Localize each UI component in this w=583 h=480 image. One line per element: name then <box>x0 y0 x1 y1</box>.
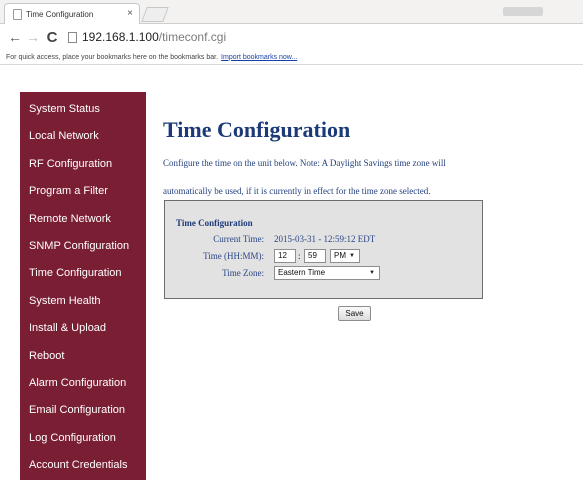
new-tab-button[interactable] <box>141 7 169 22</box>
ampm-value: PM <box>334 251 346 260</box>
ampm-select[interactable]: PM ▼ <box>330 249 360 263</box>
page-icon <box>13 8 22 20</box>
current-time-value: 2015-03-31 - 12:59:12 EDT <box>274 234 376 244</box>
sidebar-item-system-health[interactable]: System Health <box>20 288 146 315</box>
sidebar-item-email-configuration[interactable]: Email Configuration <box>20 397 146 424</box>
intro-text-continued: automatically be used, if it is currentl… <box>163 186 431 196</box>
browser-tabstrip: Time Configuration × <box>0 0 583 24</box>
chevron-down-icon: ▼ <box>369 270 375 276</box>
sidebar-item-snmp-configuration[interactable]: SNMP Configuration <box>20 233 146 260</box>
timezone-value: Eastern Time <box>278 268 326 277</box>
page-icon <box>68 31 77 43</box>
import-bookmarks-link[interactable]: Import bookmarks now... <box>221 54 297 61</box>
url-host: 192.168.1.100 <box>82 30 159 44</box>
sidebar-item-alarm-configuration[interactable]: Alarm Configuration <box>20 370 146 397</box>
sidebar-item-program-filter[interactable]: Program a Filter <box>20 178 146 205</box>
address-bar[interactable]: 192.168.1.100/timeconf.cgi <box>68 28 226 46</box>
minute-input[interactable]: 59 <box>304 249 326 263</box>
browser-toolbar: ← → C 192.168.1.100/timeconf.cgi <box>0 24 583 50</box>
timezone-label: Time Zone: <box>222 268 264 278</box>
hour-input[interactable]: 12 <box>274 249 296 263</box>
url-path: /timeconf.cgi <box>158 30 227 44</box>
sidebar-item-reboot[interactable]: Reboot <box>20 343 146 370</box>
chevron-down-icon: ▼ <box>349 253 355 259</box>
page-title: Time Configuration <box>163 117 351 142</box>
intro-text: Configure the time on the unit below. No… <box>163 158 446 168</box>
bookmarks-prompt: For quick access, place your bookmarks h… <box>6 53 219 61</box>
sidebar-item-remote-network[interactable]: Remote Network <box>20 206 146 233</box>
current-time-label: Current Time: <box>213 234 264 244</box>
time-label: Time (HH:MM): <box>203 251 264 261</box>
time-separator: : <box>298 251 301 261</box>
reload-icon[interactable]: C <box>42 29 62 46</box>
sidebar-item-rf-configuration[interactable]: RF Configuration <box>20 151 146 178</box>
sidebar-item-local-network[interactable]: Local Network <box>20 123 146 150</box>
sidebar-item-install-upload[interactable]: Install & Upload <box>20 315 146 342</box>
bookmarks-bar: For quick access, place your bookmarks h… <box>0 50 583 65</box>
back-icon[interactable]: ← <box>6 30 24 44</box>
forward-icon[interactable]: → <box>24 30 42 44</box>
tab-title: Time Configuration <box>26 9 94 19</box>
sidebar-item-account-credentials[interactable]: Account Credentials <box>20 452 146 479</box>
time-configuration-panel: Time Configuration Current Time: 2015-03… <box>164 200 483 299</box>
sidebar-item-time-configuration[interactable]: Time Configuration <box>20 260 146 287</box>
sidebar-item-log-configuration[interactable]: Log Configuration <box>20 425 146 452</box>
sidebar-item-system-status[interactable]: System Status <box>20 96 146 123</box>
timezone-select[interactable]: Eastern Time ▼ <box>274 266 380 280</box>
save-button[interactable]: Save <box>338 306 371 321</box>
close-icon[interactable]: × <box>127 9 133 19</box>
sidebar-nav: System Status Local Network RF Configura… <box>20 92 146 480</box>
profile-button[interactable] <box>503 7 543 16</box>
browser-tab[interactable]: Time Configuration × <box>4 3 140 24</box>
panel-heading: Time Configuration <box>176 218 253 228</box>
